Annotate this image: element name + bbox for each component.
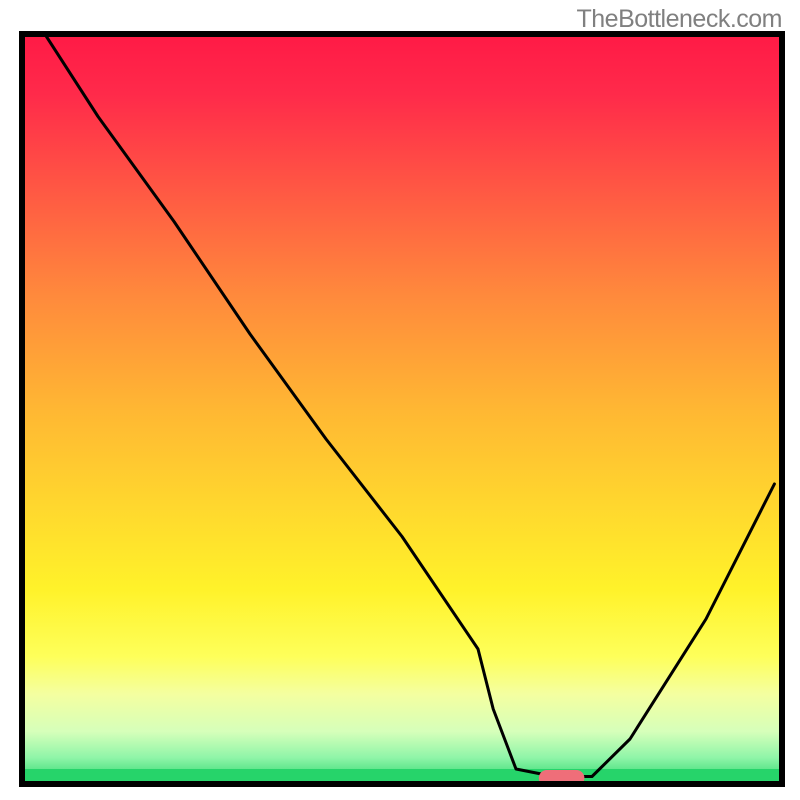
bottleneck-chart bbox=[0, 0, 800, 800]
watermark: TheBottleneck.com bbox=[577, 5, 783, 34]
chart-container: TheBottleneck.com bbox=[0, 0, 800, 800]
